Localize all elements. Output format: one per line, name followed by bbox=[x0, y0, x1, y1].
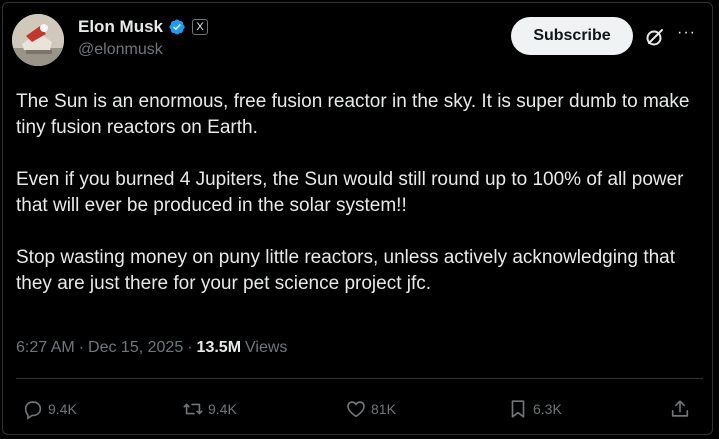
views-label: Views bbox=[245, 339, 288, 356]
author-name[interactable]: Elon Musk bbox=[78, 17, 163, 37]
post-paragraph: Stop wasting money on puny little reacto… bbox=[16, 247, 676, 294]
views-count[interactable]: 13.5M bbox=[197, 339, 241, 357]
author-row: Elon Musk X bbox=[78, 17, 209, 37]
more-icon[interactable]: ··· bbox=[677, 24, 696, 42]
repost-button[interactable]: 9.4K bbox=[182, 398, 237, 420]
grok-icon[interactable] bbox=[645, 27, 665, 47]
post-paragraph: Even if you burned 4 Jupiters, the Sun w… bbox=[16, 169, 684, 216]
verified-badge-icon bbox=[169, 19, 185, 35]
avatar-image bbox=[12, 14, 64, 66]
post-meta: 6:27 AM · Dec 15, 2025 · 13.5M Views bbox=[16, 339, 287, 357]
reply-count: 9.4K bbox=[48, 401, 77, 417]
avatar[interactable] bbox=[12, 14, 64, 66]
heart-icon bbox=[347, 401, 365, 418]
share-button[interactable] bbox=[669, 398, 691, 420]
meta-separator: · bbox=[78, 339, 85, 356]
bookmark-count: 6.3K bbox=[533, 401, 562, 417]
divider bbox=[16, 378, 703, 379]
like-count: 81K bbox=[371, 401, 396, 417]
like-button[interactable]: 81K bbox=[345, 398, 396, 420]
share-icon bbox=[671, 400, 689, 417]
post-text: The Sun is an enormous, free fusion reac… bbox=[16, 89, 706, 323]
post-date[interactable]: Dec 15, 2025 bbox=[88, 339, 183, 357]
reply-button[interactable]: 9.4K bbox=[22, 398, 77, 420]
repost-icon bbox=[183, 403, 203, 415]
reply-icon bbox=[24, 401, 42, 420]
bookmark-button[interactable]: 6.3K bbox=[507, 398, 562, 420]
post-time[interactable]: 6:27 AM bbox=[16, 339, 75, 357]
repost-count: 9.4K bbox=[208, 401, 237, 417]
subscribe-button[interactable]: Subscribe bbox=[511, 17, 633, 55]
meta-separator: · bbox=[187, 339, 193, 356]
x-badge-icon: X bbox=[192, 19, 209, 35]
post-paragraph: The Sun is an enormous, free fusion reac… bbox=[16, 91, 690, 138]
bookmark-icon bbox=[511, 400, 525, 418]
author-handle[interactable]: @elonmusk bbox=[78, 41, 163, 59]
